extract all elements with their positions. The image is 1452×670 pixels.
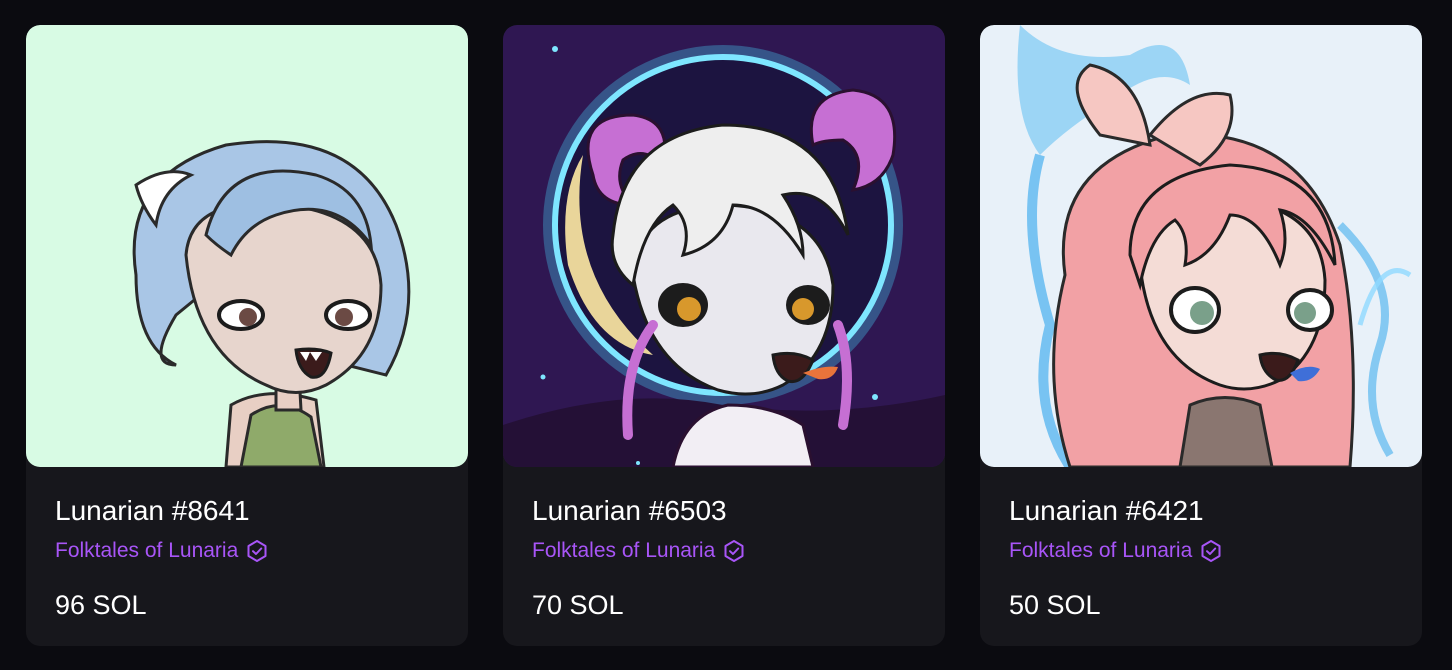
nft-info: Lunarian #8641 Folktales of Lunaria 96 S… (55, 493, 444, 622)
collection-link[interactable]: Folktales of Lunaria (532, 537, 921, 565)
collection-link[interactable]: Folktales of Lunaria (55, 537, 444, 565)
collection-link[interactable]: Folktales of Lunaria (1009, 537, 1398, 565)
nft-artwork-lunarian-6503 (503, 25, 945, 467)
verified-badge-icon (1199, 539, 1223, 563)
nft-price: 96 SOL (55, 590, 147, 620)
nft-artwork-lunarian-6421 (980, 25, 1422, 467)
nft-name[interactable]: Lunarian #6503 (532, 493, 921, 529)
nft-card[interactable]: Lunarian #6503 Folktales of Lunaria 70 S… (503, 25, 945, 646)
nft-image[interactable] (980, 25, 1422, 467)
collection-name[interactable]: Folktales of Lunaria (1009, 537, 1192, 565)
nft-card[interactable]: Lunarian #8641 Folktales of Lunaria 96 S… (26, 25, 468, 646)
nft-info: Lunarian #6503 Folktales of Lunaria 70 S… (532, 493, 921, 622)
nft-name[interactable]: Lunarian #8641 (55, 493, 444, 529)
nft-info: Lunarian #6421 Folktales of Lunaria 50 S… (1009, 493, 1398, 622)
verified-badge-icon (722, 539, 746, 563)
collection-name[interactable]: Folktales of Lunaria (55, 537, 238, 565)
verified-badge-icon (245, 539, 269, 563)
nft-card-grid: Lunarian #8641 Folktales of Lunaria 96 S… (0, 0, 1452, 670)
nft-card[interactable]: Lunarian #6421 Folktales of Lunaria 50 S… (980, 25, 1422, 646)
collection-name[interactable]: Folktales of Lunaria (532, 537, 715, 565)
nft-name[interactable]: Lunarian #6421 (1009, 493, 1398, 529)
nft-image[interactable] (503, 25, 945, 467)
nft-price: 50 SOL (1009, 590, 1101, 620)
nft-artwork-lunarian-8641 (26, 25, 468, 467)
nft-price: 70 SOL (532, 590, 624, 620)
nft-image[interactable] (26, 25, 468, 467)
